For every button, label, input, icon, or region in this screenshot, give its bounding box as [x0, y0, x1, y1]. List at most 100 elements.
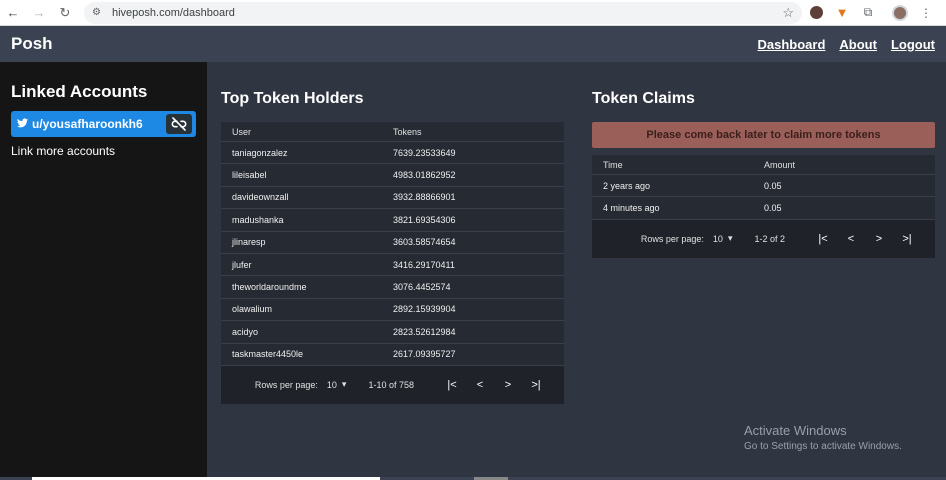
- profile-avatar[interactable]: [888, 2, 912, 24]
- reload-icon[interactable]: ↻: [52, 0, 78, 26]
- first-page-icon[interactable]: |<: [438, 379, 466, 391]
- table-row[interactable]: taskmaster4450le 2617.09395727: [221, 344, 564, 366]
- metamask-fox-icon[interactable]: ▼: [830, 2, 854, 24]
- browser-toolbar: ← → ↻ ⚙ hiveposh.com/dashboard ☆ ▼ ⧉ ⋮: [0, 0, 946, 26]
- cell-col-1: olawalium: [232, 304, 273, 315]
- next-page-icon[interactable]: >: [865, 233, 893, 245]
- extensions-puzzle-icon[interactable]: ⧉: [856, 2, 880, 24]
- cell-col-1: lileisabel: [232, 170, 267, 181]
- sidebar: Linked Accounts u/yousafharoonkh6 Link m…: [0, 62, 207, 480]
- column-header-tokens[interactable]: Tokens: [393, 127, 564, 137]
- cell-col-1: acidyo: [232, 326, 259, 337]
- cell-col-2: 0.05: [764, 203, 782, 214]
- linked-account-pill[interactable]: u/yousafharoonkh6: [11, 111, 196, 137]
- linked-accounts-title: Linked Accounts: [11, 82, 148, 101]
- watermark-subtitle: Go to Settings to activate Windows.: [744, 441, 902, 452]
- unlink-icon[interactable]: [166, 114, 192, 134]
- main-layout: Linked Accounts u/yousafharoonkh6 Link m…: [0, 62, 946, 480]
- holders-table-header: User Tokens: [221, 122, 564, 142]
- rows-per-page-value: 10: [326, 379, 337, 390]
- claim-tokens-button-disabled[interactable]: Please come back later to claim more tok…: [592, 122, 935, 148]
- app-header: Posh Dashboard About Logout: [0, 26, 946, 62]
- first-page-icon[interactable]: |<: [809, 233, 837, 245]
- pagination-range: 1-2 of 2: [754, 233, 785, 244]
- table-row[interactable]: madushanka 3821.69354306: [221, 209, 564, 232]
- column-header-user[interactable]: User: [221, 127, 393, 137]
- table-row[interactable]: olawalium 2892.15939904: [221, 299, 564, 322]
- forward-arrow-icon[interactable]: →: [26, 0, 52, 26]
- top-nav: Dashboard About Logout: [758, 37, 936, 52]
- table-row[interactable]: jlinaresp 3603.58574654: [221, 232, 564, 254]
- rows-per-page-select[interactable]: 10 ▾: [327, 379, 347, 390]
- cell-col-1: jlufer: [232, 259, 252, 270]
- cell-col-1: 4 minutes ago: [603, 203, 660, 214]
- cell-col-2: 4983.01862952: [393, 170, 456, 181]
- next-page-icon[interactable]: >: [494, 379, 522, 391]
- table-row[interactable]: acidyo 2823.52612984: [221, 321, 564, 344]
- extension-icon[interactable]: [804, 2, 828, 24]
- holders-table: User Tokens taniagonzalez 7639.23533649 li…: [221, 122, 564, 404]
- nav-logout-link[interactable]: Logout: [891, 37, 935, 52]
- cell-col-2: 2617.09395727: [393, 349, 456, 360]
- table-row[interactable]: 4 minutes ago 0.05: [592, 197, 935, 220]
- holders-table-body: taniagonzalez 7639.23533649 lileisabel 4983…: [221, 142, 564, 366]
- linked-account-name: u/yousafharoonkh6: [32, 117, 143, 131]
- table-row[interactable]: taniagonzalez 7639.23533649: [221, 142, 564, 165]
- nav-about-link[interactable]: About: [839, 37, 877, 52]
- pagination-range: 1-10 of 758: [368, 379, 414, 390]
- cell-col-2: 3932.88866901: [393, 192, 456, 203]
- cell-col-1: taskmaster4450le: [232, 349, 304, 360]
- claims-table-header: Time Amount: [592, 155, 935, 175]
- cell-col-2: 3416.29170411: [393, 259, 455, 270]
- column-header-time[interactable]: Time: [592, 160, 764, 170]
- last-page-icon[interactable]: >|: [893, 233, 921, 245]
- rows-per-page-label: Rows per page:: [254, 379, 318, 390]
- brand-logo[interactable]: Posh: [11, 34, 53, 54]
- windows-activation-watermark: Activate Windows Go to Settings to activ…: [744, 423, 902, 452]
- address-bar[interactable]: ⚙ hiveposh.com/dashboard ☆: [84, 1, 802, 24]
- bookmark-star-icon[interactable]: ☆: [782, 5, 794, 21]
- watermark-title: Activate Windows: [744, 423, 847, 438]
- site-info-icon[interactable]: ⚙: [92, 7, 106, 18]
- cell-col-2: 3603.58574654: [393, 237, 456, 248]
- claims-table: Time Amount 2 years ago 0.05 4 minutes ago…: [592, 155, 935, 258]
- table-row[interactable]: davideownzall 3932.88866901: [221, 187, 564, 210]
- cell-col-2: 7639.23533649: [393, 147, 456, 158]
- previous-page-icon[interactable]: <: [837, 233, 865, 245]
- caret-down-icon: ▾: [341, 379, 347, 390]
- dashboard-content: Top Token Holders User Tokens taniagonza…: [207, 62, 946, 480]
- cell-col-2: 3076.4452574: [393, 282, 451, 293]
- cell-col-1: 2 years ago: [603, 180, 651, 191]
- cell-col-2: 2823.52612984: [393, 326, 456, 337]
- token-claims-title: Token Claims: [592, 90, 695, 107]
- table-row[interactable]: 2 years ago 0.05: [592, 175, 935, 198]
- twitter-bird-icon: [17, 117, 28, 131]
- table-row[interactable]: theworldaroundme 3076.4452574: [221, 276, 564, 299]
- column-header-amount[interactable]: Amount: [764, 160, 935, 170]
- holders-pagination: Rows per page: 10 ▾ 1-10 of 758 |< < > >…: [221, 365, 564, 404]
- last-page-icon[interactable]: >|: [522, 379, 550, 391]
- rows-per-page-label: Rows per page:: [640, 233, 704, 244]
- cell-col-2: 2892.15939904: [393, 304, 456, 315]
- claims-pagination: Rows per page: 10 ▾ 1-2 of 2 |< < > >|: [592, 219, 935, 258]
- nav-dashboard-link[interactable]: Dashboard: [758, 37, 826, 52]
- table-row[interactable]: lileisabel 4983.01862952: [221, 164, 564, 187]
- link-more-accounts-link[interactable]: Link more accounts: [11, 144, 196, 158]
- cell-col-2: 0.05: [764, 180, 782, 191]
- cell-col-1: madushanka: [232, 214, 284, 225]
- browser-menu-icon[interactable]: ⋮: [914, 2, 938, 24]
- cell-col-2: 3821.69354306: [393, 214, 456, 225]
- top-token-holders-title: Top Token Holders: [221, 90, 364, 107]
- back-arrow-icon[interactable]: ←: [0, 0, 26, 26]
- top-token-holders-section: Top Token Holders User Tokens taniagonza…: [221, 90, 564, 404]
- previous-page-icon[interactable]: <: [466, 379, 494, 391]
- cell-col-1: davideownzall: [232, 192, 289, 203]
- url-text[interactable]: hiveposh.com/dashboard: [112, 7, 782, 19]
- table-row[interactable]: jlufer 3416.29170411: [221, 254, 564, 277]
- caret-down-icon: ▾: [727, 233, 733, 244]
- claims-table-body: 2 years ago 0.05 4 minutes ago 0.05: [592, 175, 935, 220]
- token-claims-section: Token Claims Please come back later to c…: [592, 90, 935, 258]
- rows-per-page-value: 10: [712, 233, 723, 244]
- rows-per-page-select[interactable]: 10 ▾: [713, 233, 733, 244]
- cell-col-1: theworldaroundme: [232, 282, 307, 293]
